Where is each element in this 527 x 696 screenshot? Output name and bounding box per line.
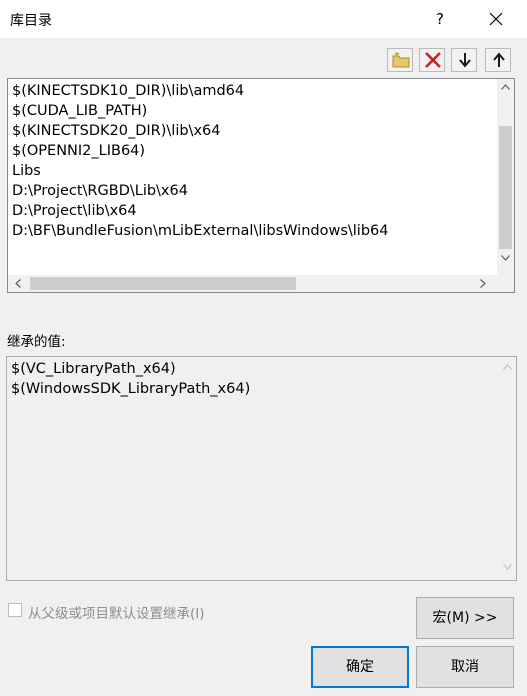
move-down-icon <box>459 53 471 68</box>
new-line-button[interactable] <box>387 48 413 72</box>
list-item[interactable]: $(KINECTSDK10_DIR)\lib\amd64 <box>12 81 244 101</box>
scroll-down-button[interactable] <box>497 250 514 267</box>
inherited-values-label: 继承的值: <box>7 334 66 350</box>
list-item[interactable]: D:\BF\BundleFusion\mLibExternal\libsWind… <box>12 221 388 241</box>
list-item[interactable]: D:\Project\RGBD\Lib\x64 <box>12 181 188 201</box>
inherit-checkbox[interactable] <box>8 603 22 617</box>
help-button[interactable]: ? <box>425 0 455 38</box>
chevron-down-icon <box>501 255 510 261</box>
title-bar: 库目录 ? <box>0 0 527 38</box>
dialog-title: 库目录 <box>10 13 52 29</box>
chevron-up-icon <box>501 84 510 90</box>
scroll-left-button[interactable] <box>10 275 27 292</box>
move-up-button[interactable] <box>485 48 511 72</box>
vertical-scrollbar <box>499 357 516 580</box>
list-item[interactable]: $(KINECTSDK20_DIR)\lib\x64 <box>12 121 220 141</box>
chevron-up-icon <box>503 364 512 370</box>
list-item[interactable]: $(OPENNI2_LIB64) <box>12 141 145 161</box>
horizontal-scrollbar[interactable] <box>8 275 497 292</box>
list-item[interactable]: D:\Project\lib\x64 <box>12 201 137 221</box>
close-icon <box>489 12 503 26</box>
scroll-right-button[interactable] <box>474 275 491 292</box>
move-up-icon <box>493 52 505 67</box>
chevron-down-icon <box>503 564 512 570</box>
list-item: $(VC_LibraryPath_x64) <box>11 361 176 377</box>
inherited-values-list[interactable]: $(VC_LibraryPath_x64) $(WindowsSDK_Libra… <box>6 356 517 581</box>
inherit-checkbox-label: 从父级或项目默认设置继承(I) <box>28 606 205 622</box>
chevron-right-icon <box>480 279 486 288</box>
vertical-scroll-thumb[interactable] <box>499 126 512 249</box>
move-down-button[interactable] <box>451 48 477 72</box>
scroll-corner <box>497 275 514 292</box>
scroll-up-button[interactable] <box>497 79 514 96</box>
new-folder-icon <box>392 52 410 68</box>
list-item: $(WindowsSDK_LibraryPath_x64) <box>11 381 251 397</box>
chevron-left-icon <box>15 279 21 288</box>
vertical-scrollbar[interactable] <box>497 79 514 275</box>
cancel-button[interactable]: 取消 <box>416 646 514 688</box>
list-item[interactable]: $(CUDA_LIB_PATH) <box>12 101 147 121</box>
delete-icon <box>425 52 441 68</box>
directory-list[interactable]: $(KINECTSDK10_DIR)\lib\amd64 $(CUDA_LIB_… <box>7 78 515 293</box>
list-item[interactable]: Libs <box>12 161 41 181</box>
horizontal-scroll-thumb[interactable] <box>30 277 296 290</box>
macro-button[interactable]: 宏(M) >> <box>416 597 514 639</box>
ok-button[interactable]: 确定 <box>311 646 409 688</box>
scroll-up-button <box>499 359 516 376</box>
delete-line-button[interactable] <box>419 48 445 72</box>
close-button[interactable] <box>478 0 514 38</box>
scroll-down-button <box>499 559 516 576</box>
